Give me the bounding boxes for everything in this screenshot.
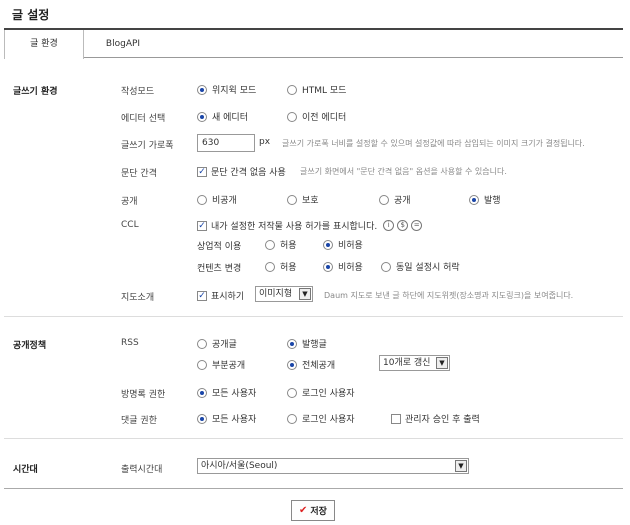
radio-private[interactable]: 비공개 [197,193,237,206]
noderivs-icon: = [411,220,423,231]
radio-modify-deny[interactable]: 비허용 [323,260,363,273]
radio-icon [265,239,275,250]
label-width: 글쓰기 가로폭 [121,141,174,151]
section-title-policy: 공개정책 [13,341,47,351]
radio-icon [197,387,207,398]
save-button[interactable]: ✔ 저장 [291,500,335,521]
radio-commercial-deny[interactable]: 비허용 [323,238,363,251]
chevron-down-icon: ▼ [436,357,448,369]
check-icon: ✔ [299,505,308,516]
width-unit: px [259,137,271,147]
section-divider [4,316,623,317]
radio-guestbook-all[interactable]: 모든 사용자 [197,386,256,399]
radio-protected[interactable]: 보호 [287,193,319,206]
radio-public[interactable]: 공개 [379,193,411,206]
radio-icon [379,194,389,205]
label-modify: 컨텐츠 변경 [197,264,242,274]
label-guestbook: 방명록 권한 [121,390,166,400]
label-mode: 작성모드 [121,87,155,97]
chevron-down-icon: ▼ [299,288,311,300]
label-map: 지도소개 [121,293,155,303]
chevron-down-icon: ▼ [455,460,467,472]
radio-old-editor[interactable]: 이전 에디터 [287,110,346,123]
radio-rss-partial[interactable]: 부분공개 [197,358,245,371]
checkbox-paragraph[interactable]: ✓ 문단 간격 없음 사용 [197,165,286,178]
label-rss: RSS [121,338,139,348]
radio-comment-login[interactable]: 로그인 사용자 [287,412,355,425]
tab-bar: 글 환경 BlogAPI [4,30,623,59]
radio-icon [287,338,297,349]
page-title: 글 설정 [12,8,50,22]
checkbox-map[interactable]: ✓ 표시하기 [197,289,244,302]
radio-icon [287,194,297,205]
tab-writing-settings[interactable]: 글 환경 [4,30,84,59]
radio-rss-published[interactable]: 발행글 [287,337,327,350]
checkbox-admin-approval[interactable]: 관리자 승인 후 출력 [391,412,480,425]
radio-icon [197,338,207,349]
label-paragraph: 문단 간격 [121,169,157,179]
radio-icon [323,261,333,272]
checkbox-checked-icon: ✓ [197,220,207,231]
radio-guestbook-login[interactable]: 로그인 사용자 [287,386,355,399]
radio-icon [287,387,297,398]
section-title-writing: 글쓰기 환경 [13,87,58,97]
radio-comment-all[interactable]: 모든 사용자 [197,412,256,425]
radio-html[interactable]: HTML 모드 [287,83,346,96]
radio-icon [197,194,207,205]
checkbox-ccl[interactable]: ✓ 내가 설정한 저작물 사용 허가를 표시합니다. i $ = [197,219,423,232]
radio-icon [265,261,275,272]
checkbox-checked-icon: ✓ [197,166,207,177]
radio-modify-allow[interactable]: 허용 [265,260,297,273]
noncommercial-icon: $ [397,220,409,231]
radio-modify-share-alike[interactable]: 동일 설정시 허락 [381,260,460,273]
label-editor: 에디터 선택 [121,114,166,124]
radio-wysiwyg[interactable]: 위지윅 모드 [197,83,256,96]
radio-icon [287,84,297,95]
radio-icon [287,359,297,370]
radio-icon [323,239,333,250]
radio-icon [197,413,207,424]
radio-icon [469,194,479,205]
radio-icon [197,111,207,122]
radio-commercial-allow[interactable]: 허용 [265,238,297,251]
label-timezone: 출력시간대 [121,465,163,475]
timezone-select[interactable]: 아시아/서울(Seoul) ▼ [197,458,469,474]
radio-icon [197,359,207,370]
radio-publish[interactable]: 발행 [469,193,501,206]
label-comment: 댓글 권한 [121,416,157,426]
rss-count-select[interactable]: 10개로 갱신 ▼ [379,355,450,371]
radio-rss-public[interactable]: 공개글 [197,337,237,350]
tab-blogapi[interactable]: BlogAPI [88,30,158,58]
radio-icon [197,84,207,95]
width-description: 글쓰기 가로폭 너비를 설정할 수 있으며 설정값에 따라 삽입되는 이미지 크… [282,139,585,148]
checkbox-checked-icon: ✓ [197,290,207,301]
radio-new-editor[interactable]: 새 에디터 [197,110,248,123]
paragraph-description: 글쓰기 화면에서 "문단 간격 없음" 옵션을 사용할 수 있습니다. [300,167,507,176]
map-type-select[interactable]: 이미지형 ▼ [255,286,313,302]
checkbox-empty-icon [391,413,401,424]
section-divider [4,438,623,439]
width-input[interactable]: 630 [197,134,255,152]
radio-icon [287,413,297,424]
radio-rss-full[interactable]: 전체공개 [287,358,335,371]
radio-icon [287,111,297,122]
label-ccl: CCL [121,220,139,230]
map-description: Daum 지도로 보낸 글 하단에 지도위젯(장소명과 지도링크)을 보여줍니다… [324,291,574,300]
label-visibility: 공개 [121,197,138,207]
radio-icon [381,261,391,272]
section-title-timezone: 시간대 [13,465,38,475]
info-icon: i [383,220,395,231]
footer-divider [4,488,623,489]
label-commercial: 상업적 이용 [197,242,242,252]
